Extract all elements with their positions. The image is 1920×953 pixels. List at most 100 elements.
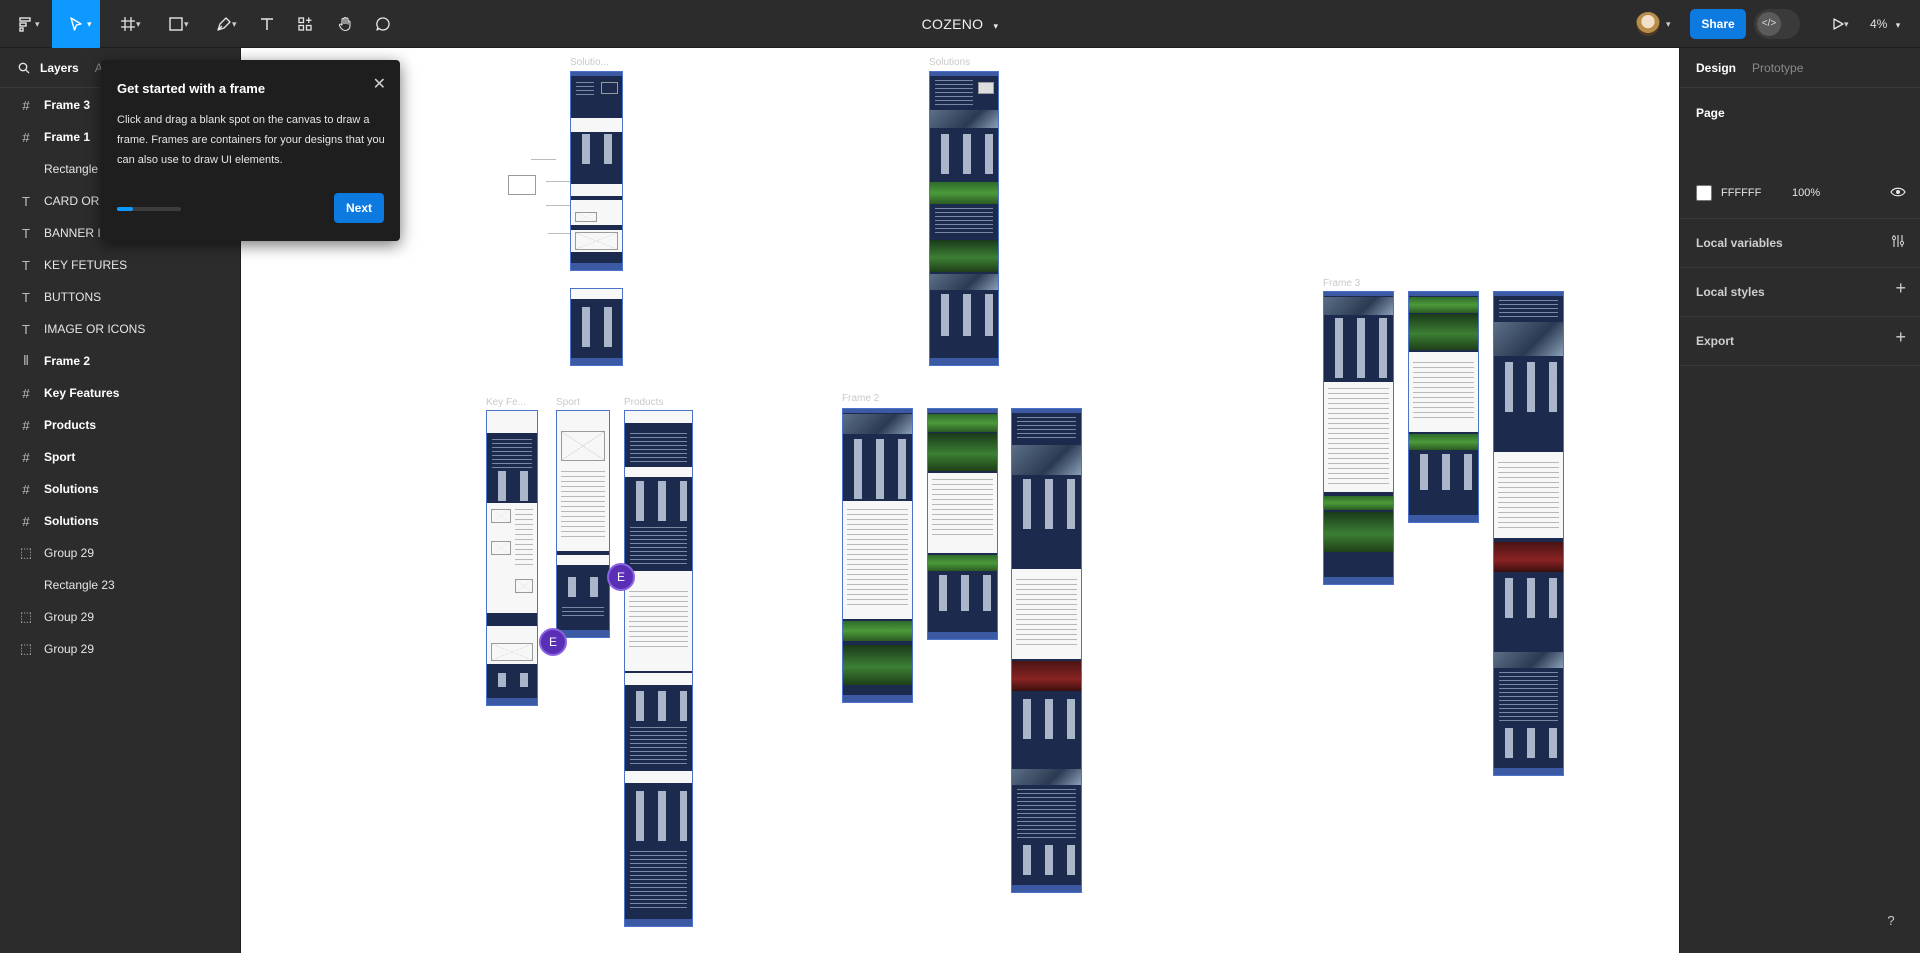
tab-design[interactable]: Design: [1696, 61, 1736, 75]
pen-icon: [217, 17, 231, 31]
rectangle-icon: [169, 17, 183, 31]
layer-item[interactable]: ⦀ Frame 2: [0, 345, 241, 377]
properties-panel: Design Prototype Page FFFFFF 100% Local …: [1679, 48, 1920, 953]
add-export-icon[interactable]: +: [1895, 327, 1906, 348]
variables-settings-icon[interactable]: [1890, 233, 1906, 249]
layer-name: Rectangle 23: [44, 578, 115, 592]
search-icon[interactable]: [18, 62, 30, 74]
chevron-down-icon: ▾: [1844, 19, 1849, 29]
layer-item[interactable]: Rectangle 23: [0, 569, 241, 601]
pen-tool-button[interactable]: ▾: [204, 0, 244, 48]
page-section-title: Page: [1696, 106, 1725, 120]
layer-name: Group 29: [44, 610, 95, 624]
frame-label-sport[interactable]: Sport: [556, 397, 580, 408]
move-tool-button[interactable]: ▾: [52, 0, 100, 48]
file-name: COZENO: [921, 16, 984, 32]
frame-3-page-2[interactable]: [1408, 291, 1479, 523]
layer-item[interactable]: # Sport: [0, 441, 241, 473]
collaborator-avatar-cursor: E: [607, 563, 635, 591]
frame-label-solutions[interactable]: Solutio...: [570, 57, 609, 68]
text-tool-button[interactable]: [252, 0, 282, 48]
onboarding-popup: Get started with a frame ✕ Click and dra…: [101, 60, 400, 241]
layer-name: Group 29: [44, 546, 95, 560]
frame-solutions[interactable]: [929, 71, 999, 366]
chevron-down-icon[interactable]: ▾: [1666, 19, 1671, 30]
layer-name: KEY FETURES: [44, 258, 128, 272]
frame-sport[interactable]: [556, 410, 610, 638]
layer-item[interactable]: ⬚ Group 29: [0, 633, 241, 665]
export-title[interactable]: Export: [1696, 334, 1734, 348]
file-title-button[interactable]: COZENO ▾: [880, 0, 1040, 48]
layer-item[interactable]: ⬚ Group 29: [0, 601, 241, 633]
local-styles-title[interactable]: Local styles: [1696, 285, 1765, 299]
layer-item[interactable]: T IMAGE OR ICONS: [0, 313, 241, 345]
hand-tool-button[interactable]: [330, 0, 360, 48]
frame-2-page-2[interactable]: [927, 408, 998, 640]
share-button[interactable]: Share: [1690, 9, 1746, 39]
layer-item[interactable]: # Products: [0, 409, 241, 441]
close-icon[interactable]: ✕: [373, 74, 386, 94]
page-color-swatch[interactable]: [1696, 185, 1712, 201]
layer-item[interactable]: # Key Features: [0, 377, 241, 409]
comment-tool-button[interactable]: [368, 0, 398, 48]
frame-label-key-features[interactable]: Key Fe...: [486, 397, 526, 408]
frame-icon: #: [22, 513, 30, 529]
local-variables-title[interactable]: Local variables: [1696, 236, 1783, 250]
frame-icon: #: [22, 129, 30, 145]
divider: [1680, 316, 1920, 317]
layer-name: Frame 2: [44, 354, 91, 368]
tab-prototype[interactable]: Prototype: [1752, 61, 1803, 75]
layer-name: Sport: [44, 450, 76, 464]
progress-fill: [117, 207, 133, 211]
dev-mode-toggle[interactable]: </>: [1754, 9, 1800, 39]
frame-solutions-wireframe[interactable]: [570, 71, 623, 271]
shape-tool-button[interactable]: ▾: [156, 0, 196, 48]
layer-item[interactable]: ⬚ Group 29: [0, 537, 241, 569]
layer-name: Products: [44, 418, 97, 432]
divider: [1680, 365, 1920, 366]
help-button[interactable]: ?: [1880, 910, 1902, 932]
next-button[interactable]: Next: [334, 193, 384, 223]
layer-item[interactable]: # Solutions: [0, 473, 241, 505]
chevron-down-icon: ▾: [232, 19, 237, 29]
frame-tool-button[interactable]: ▾: [108, 0, 148, 48]
text-icon: T: [22, 257, 30, 273]
popup-description: Click and drag a blank spot on the canva…: [117, 114, 385, 166]
frame-label-frame-2[interactable]: Frame 2: [842, 393, 879, 404]
page-color-value[interactable]: FFFFFF: [1721, 187, 1761, 199]
frame-key-features[interactable]: [486, 410, 538, 706]
frame-label-solutions[interactable]: Solutions: [929, 57, 970, 68]
present-button[interactable]: ▾: [1818, 0, 1858, 48]
figma-app: ▾ ▾ ▾ ▾ ▾ COZENO ▾ ▾ Share </> ▾ 4% ▾ La…: [0, 0, 1920, 953]
frame-label-frame-3[interactable]: Frame 3: [1323, 278, 1360, 289]
chevron-down-icon: ▾: [136, 19, 141, 29]
layer-name: Solutions: [44, 514, 99, 528]
frame-products[interactable]: [624, 410, 693, 927]
main-menu-button[interactable]: ▾: [8, 0, 42, 48]
frame-products-wireframe[interactable]: [570, 288, 623, 366]
figma-logo-icon: [19, 17, 31, 32]
eye-icon[interactable]: [1890, 184, 1906, 200]
page-opacity-value[interactable]: 100%: [1792, 187, 1820, 199]
wireframe-sketch: [381, 103, 581, 263]
frame-3-page-1[interactable]: [1323, 291, 1394, 585]
layer-item[interactable]: T BUTTONS: [0, 281, 241, 313]
popup-progress-bar: [117, 207, 181, 211]
add-style-icon[interactable]: +: [1895, 278, 1906, 299]
layer-item[interactable]: # Solutions: [0, 505, 241, 537]
frame-label-products[interactable]: Products: [624, 397, 663, 408]
resources-button[interactable]: [290, 0, 320, 48]
avatar[interactable]: [1636, 12, 1660, 36]
design-canvas[interactable]: Solutio... Solutions Key Fe... Sport Pro…: [241, 48, 1679, 953]
zoom-menu[interactable]: 4% ▾: [1870, 0, 1900, 48]
frame-2-page-1[interactable]: [842, 408, 913, 703]
cursor-arrow-icon: [70, 17, 82, 31]
frame-2-page-3[interactable]: [1011, 408, 1082, 893]
top-toolbar: ▾ ▾ ▾ ▾ ▾ COZENO ▾ ▾ Share </> ▾ 4% ▾: [0, 0, 1920, 48]
tab-layers[interactable]: Layers: [40, 61, 79, 75]
layer-item[interactable]: T KEY FETURES: [0, 249, 241, 281]
frame-3-page-3[interactable]: [1493, 291, 1564, 776]
layer-name: Frame 3: [44, 98, 91, 112]
resources-icon: [298, 17, 312, 31]
chevron-down-icon: ▾: [184, 19, 189, 29]
